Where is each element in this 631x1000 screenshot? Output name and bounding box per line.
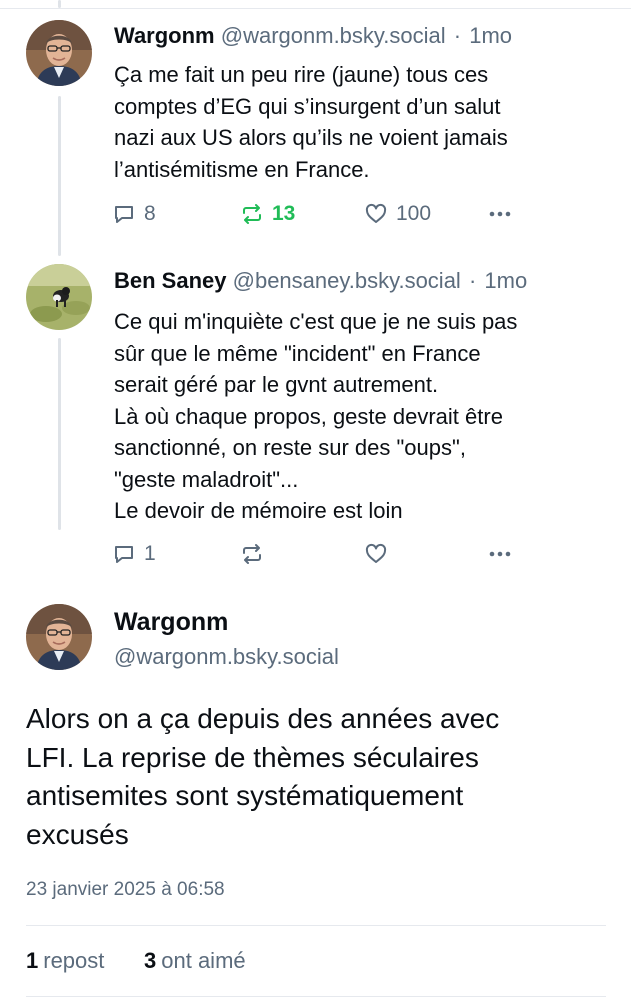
more-options-button[interactable] [488, 539, 512, 569]
reply-button[interactable]: 1 [112, 539, 156, 569]
repost-total: 1 [26, 948, 39, 973]
post-actions: 1 [112, 539, 532, 569]
repost-stat[interactable]: 1 repost [26, 946, 104, 976]
post-age: 1mo [484, 268, 528, 293]
repost-button[interactable]: 13 [240, 199, 295, 229]
post-header: Ben Saney @bensaney.bsky.social · 1mo [114, 267, 527, 295]
main-post-header: Wargonm @wargonm.bsky.social [114, 606, 339, 672]
like-stat[interactable]: 3 ont aimé [144, 946, 246, 976]
repost-count: 13 [272, 202, 296, 225]
handle[interactable]: @bensaney.bsky.social [233, 268, 461, 293]
more-options-button[interactable] [488, 199, 512, 229]
reply-count: 1 [144, 542, 156, 565]
more-icon [488, 202, 512, 226]
handle[interactable]: @wargonm.bsky.social [114, 642, 339, 672]
like-total: 3 [144, 948, 157, 973]
handle[interactable]: @wargonm.bsky.social [221, 23, 446, 48]
like-icon [364, 542, 388, 566]
post-timestamp: 23 janvier 2025 à 06:58 [26, 879, 225, 900]
like-button[interactable] [364, 539, 388, 569]
top-divider [0, 0, 631, 9]
separator: · [468, 268, 477, 293]
like-label: ont aimé [161, 948, 246, 973]
repost-label: repost [43, 948, 105, 973]
like-icon [364, 202, 388, 226]
thread-line [58, 0, 61, 8]
more-icon [488, 542, 512, 566]
thread-line [58, 338, 61, 530]
post-text: Ce qui m'inquiète c'est que je ne suis p… [114, 309, 518, 523]
reply-count: 8 [144, 202, 156, 225]
display-name[interactable]: Wargonm [114, 23, 215, 48]
post-header: Wargonm @wargonm.bsky.social · 1mo [114, 22, 512, 50]
thread-line [58, 96, 61, 256]
display-name[interactable]: Ben Saney [114, 268, 227, 293]
avatar[interactable] [26, 264, 92, 330]
like-button[interactable]: 100 [364, 199, 431, 229]
separator: · [453, 23, 462, 48]
reply-button[interactable]: 8 [112, 199, 156, 229]
post-age: 1mo [469, 23, 513, 48]
repost-button[interactable] [240, 539, 264, 569]
repost-icon [240, 202, 264, 226]
reply-icon [112, 542, 136, 566]
avatar[interactable] [26, 20, 92, 86]
main-post-text: Alors on a ça depuis des années avec LFI… [26, 703, 500, 850]
post-actions: 8 13 100 [112, 199, 532, 229]
like-count: 100 [396, 202, 432, 225]
reply-icon [112, 202, 136, 226]
engagement-stats: 1 repost 3 ont aimé [26, 925, 606, 997]
post-text: Ça me fait un peu rire (jaune) tous ces … [114, 62, 508, 182]
display-name[interactable]: Wargonm [114, 606, 339, 638]
avatar[interactable] [26, 604, 92, 670]
repost-icon [240, 542, 264, 566]
